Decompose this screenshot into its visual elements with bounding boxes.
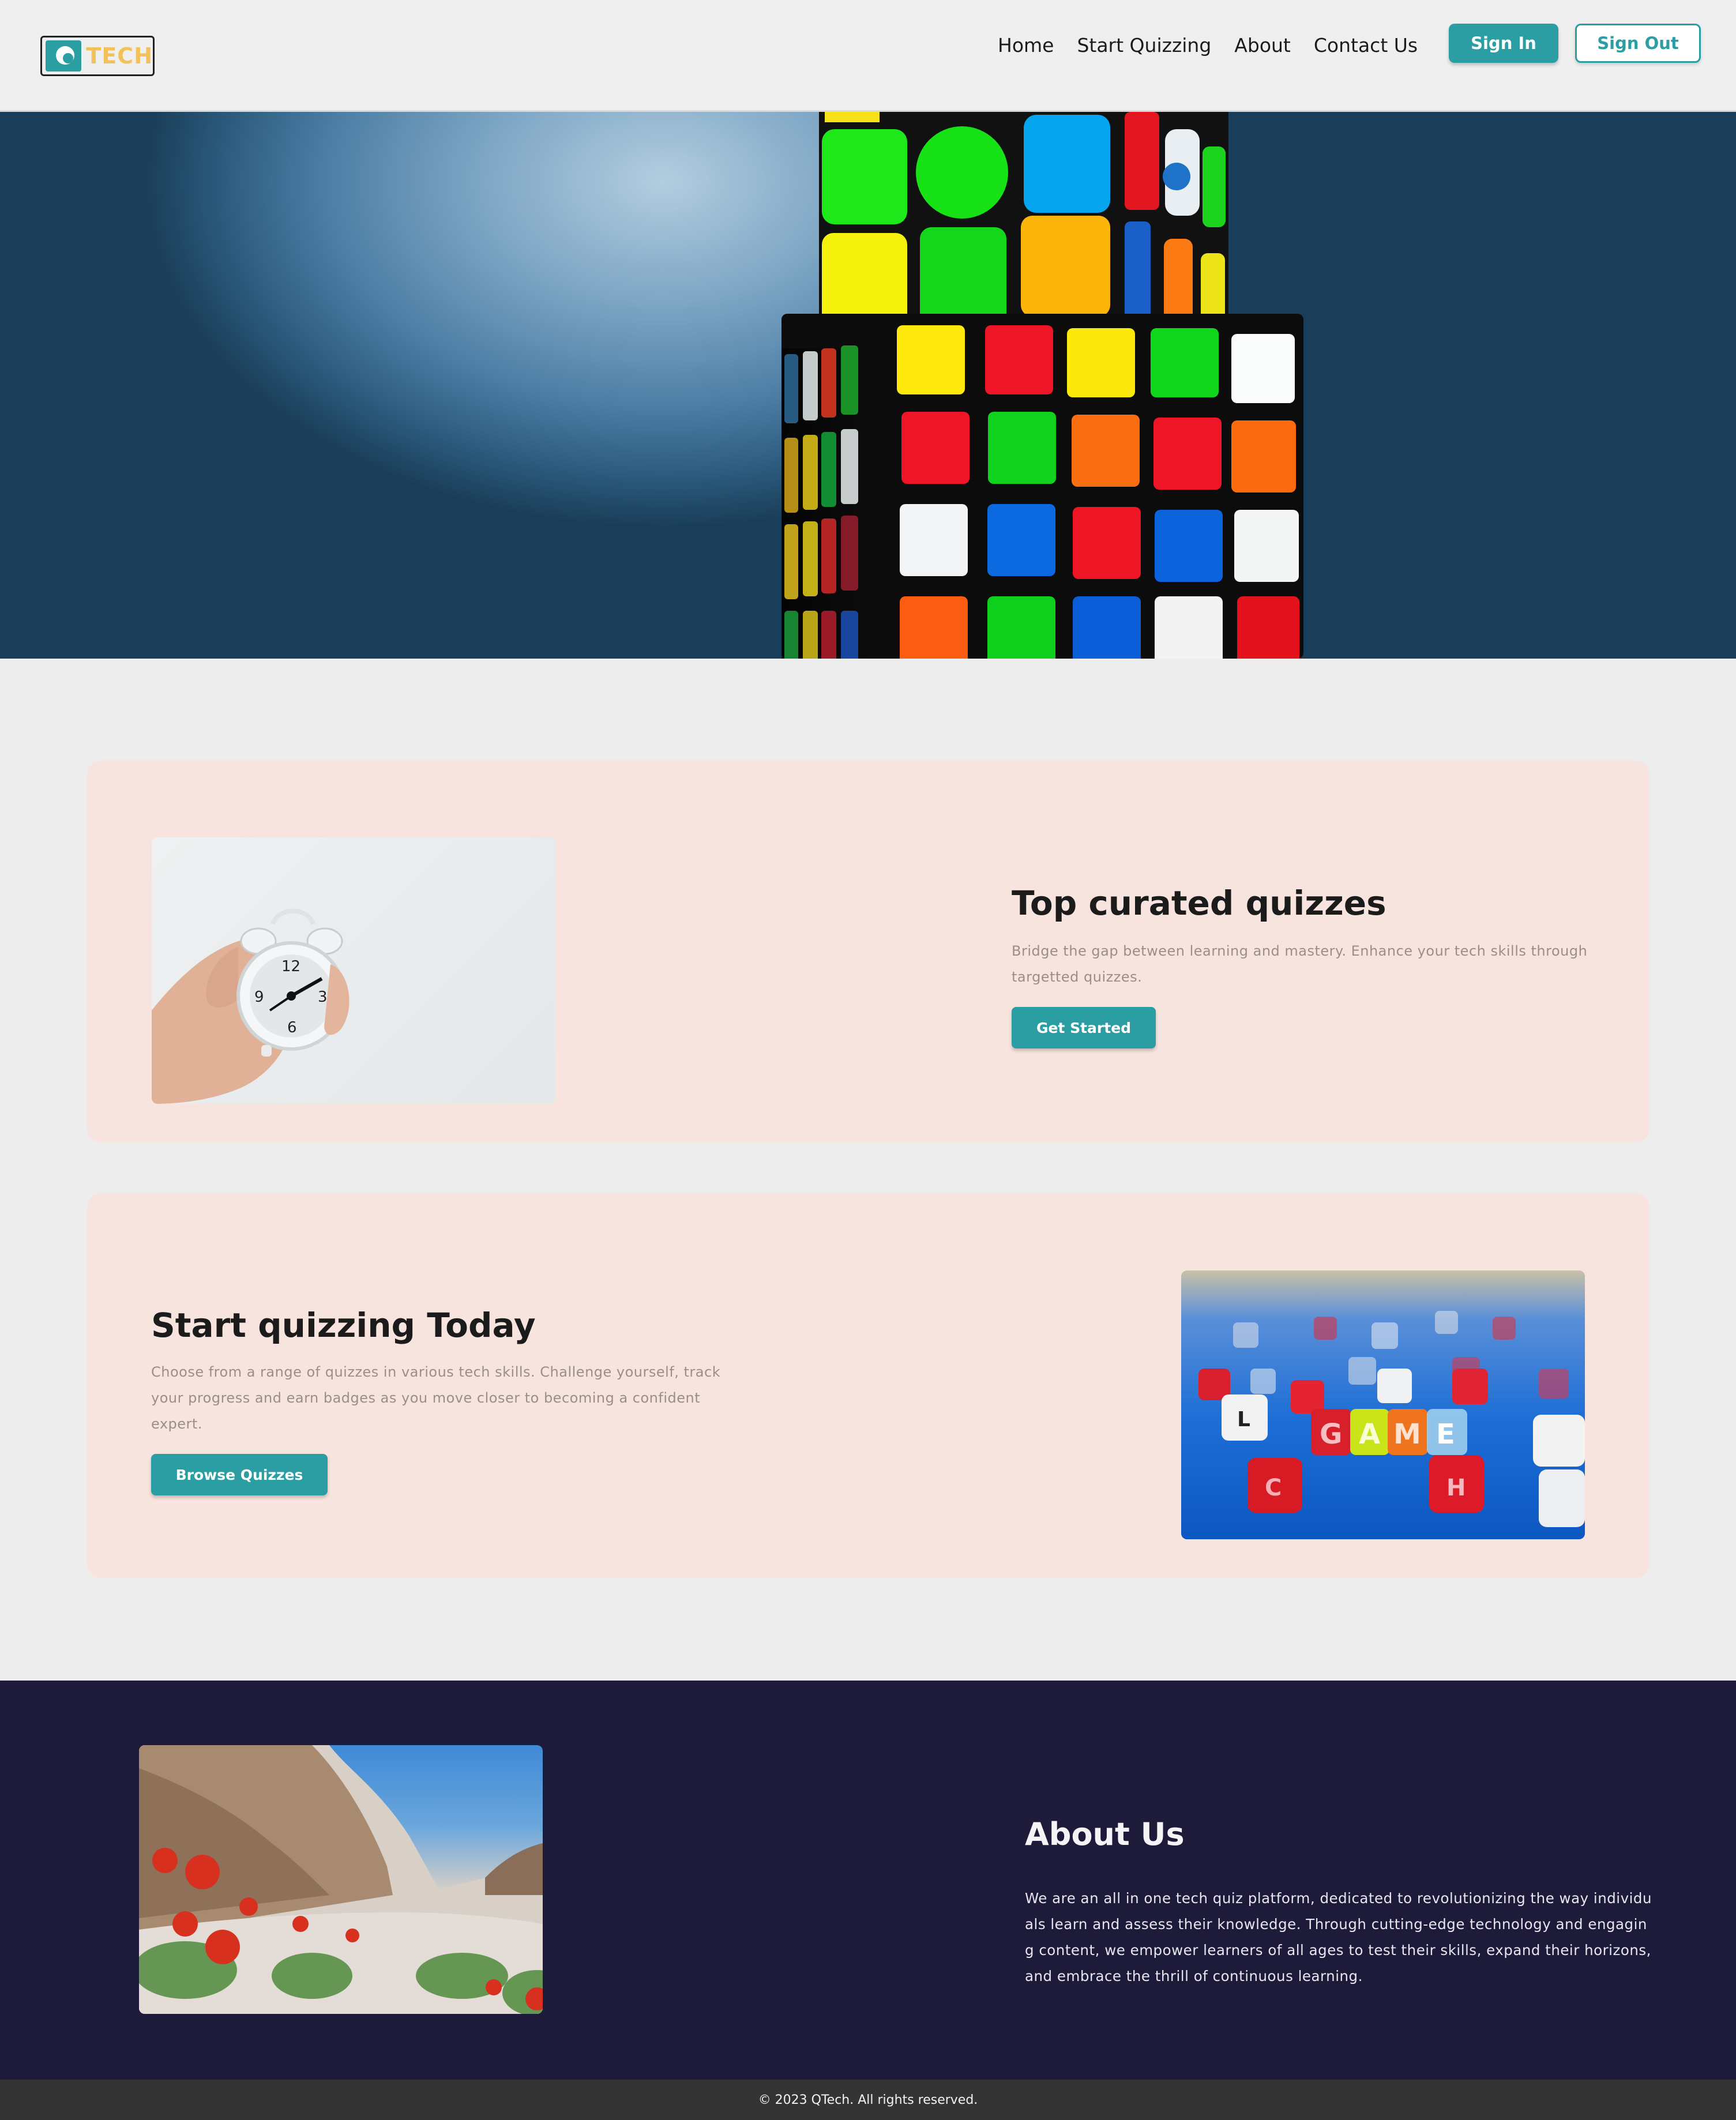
alarm-clock-image: 12 3 6 9	[152, 837, 555, 1104]
game-dice-image: L G A M E C H	[1181, 1271, 1585, 1539]
section-title: Start quizzing Today	[151, 1306, 536, 1345]
dice-letter: L	[1237, 1408, 1250, 1431]
dice-letter: E	[1436, 1418, 1455, 1450]
start-quizzing-card: Start quizzing Today Choose from a range…	[87, 1193, 1649, 1578]
hero-banner-image	[0, 112, 1736, 659]
main-nav: Home Start Quizzing About Contact Us	[998, 32, 1441, 59]
about-section: About Us We are an all in one tech quiz …	[0, 1681, 1736, 2080]
nav-link-contact-us[interactable]: Contact Us	[1314, 32, 1418, 59]
copyright-text: © 2023 QTech. All rights reserved.	[758, 2092, 978, 2107]
svg-text:9: 9	[254, 988, 264, 1006]
alarm-clock-icon: 12 3 6 9	[152, 908, 350, 1104]
section-description: Bridge the gap between learning and mast…	[1012, 943, 1588, 985]
dice-letter: C	[1265, 1475, 1282, 1501]
section-description: Choose from a range of quizzes in variou…	[151, 1364, 721, 1432]
dice-letter: A	[1359, 1418, 1380, 1450]
dice-letter: H	[1446, 1475, 1466, 1501]
desert-landscape-icon	[139, 1745, 543, 2014]
footer: © 2023 QTech. All rights reserved.	[0, 2080, 1736, 2120]
svg-text:6: 6	[287, 1019, 297, 1036]
curated-quizzes-card: 12 3 6 9 Top curated quizzes Bridge the …	[87, 761, 1649, 1142]
about-description: We are an all in one tech quiz platform,…	[1025, 1890, 1652, 1984]
q-logo-icon	[46, 40, 82, 72]
nav-link-start-quizzing[interactable]: Start Quizzing	[1077, 32, 1211, 59]
desert-poppies-image	[139, 1745, 543, 2014]
sign-in-button[interactable]: Sign In	[1449, 24, 1558, 63]
sign-out-button[interactable]: Sign Out	[1575, 24, 1701, 63]
section-title: Top curated quizzes	[1012, 884, 1386, 923]
logo-text: TECH	[86, 43, 153, 69]
dice-letter: G	[1320, 1418, 1342, 1450]
about-title: About Us	[1025, 1816, 1185, 1852]
dice-letter: M	[1393, 1418, 1421, 1450]
svg-text:12: 12	[281, 958, 300, 975]
svg-text:3: 3	[318, 988, 328, 1006]
browse-quizzes-button[interactable]: Browse Quizzes	[151, 1454, 328, 1495]
letter-dice-icon: L G A M E C H	[1198, 1311, 1585, 1527]
nav-link-about[interactable]: About	[1234, 32, 1291, 59]
brand-logo[interactable]: TECH	[40, 36, 155, 76]
get-started-button[interactable]: Get Started	[1012, 1007, 1156, 1048]
nav-link-home[interactable]: Home	[998, 32, 1054, 59]
navbar: TECH Home Start Quizzing About Contact U…	[0, 0, 1736, 112]
rubiks-cube-illustration	[781, 112, 1303, 659]
